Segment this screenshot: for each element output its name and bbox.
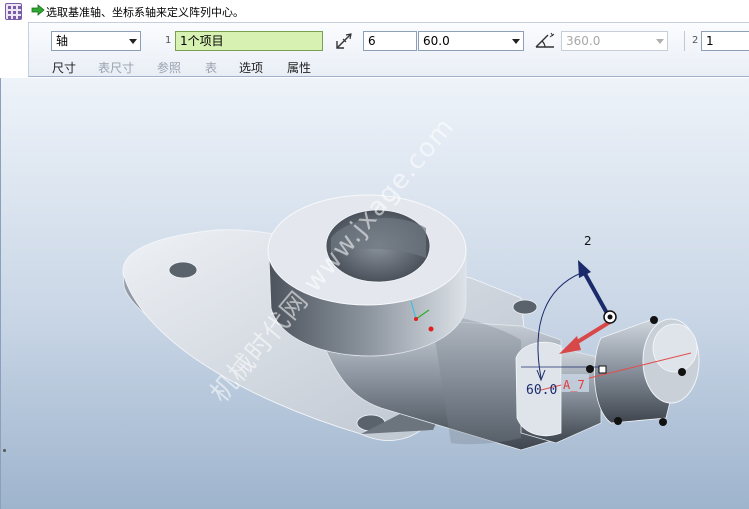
flip-direction-icon[interactable]	[334, 31, 354, 51]
message-bar: 选取基准轴、坐标系轴来定义阵列中心。	[0, 0, 749, 22]
angle-increment-select[interactable]: 60.0	[418, 31, 524, 51]
graphics-viewport[interactable]: 2 60.0 A_7 机械时代网 www.jxage.com	[0, 78, 749, 509]
angle-extent-icon[interactable]	[534, 31, 556, 51]
member-count-value: 6	[368, 34, 376, 48]
angle-dimension[interactable]: 60.0	[526, 383, 557, 398]
axis-label: A_7	[563, 378, 585, 392]
chevron-down-icon[interactable]	[125, 32, 140, 50]
pattern-type-select[interactable]: 轴	[51, 31, 141, 51]
reference-collector-value: 1个项目	[180, 34, 224, 48]
part-model	[122, 194, 700, 451]
second-direction-count-value: 1	[706, 34, 714, 48]
tab-references: 参照	[157, 61, 182, 75]
tab-table: 表	[205, 61, 218, 75]
pattern-type-value: 轴	[56, 34, 69, 48]
tab-properties[interactable]: 属性	[287, 59, 311, 76]
angle-increment-value: 60.0	[423, 34, 450, 48]
tab-dimensions[interactable]: 尺寸	[52, 59, 76, 76]
second-direction-count-input[interactable]: 1	[701, 31, 749, 51]
resize-handle[interactable]	[3, 449, 6, 452]
chevron-down-icon[interactable]	[508, 32, 523, 50]
pattern-tool-icon[interactable]	[5, 3, 22, 20]
member-count-input[interactable]: 6	[363, 31, 417, 51]
reference-collector[interactable]: 1个项目	[175, 31, 323, 51]
tab-table-dimensions: 表尺寸	[98, 61, 135, 75]
tab-options[interactable]: 选项	[239, 59, 263, 76]
angle-extent-select: 360.0	[561, 31, 668, 51]
reference-count-label: 1	[165, 35, 172, 46]
divider	[684, 31, 685, 51]
prompt-arrow-icon	[31, 4, 45, 16]
prompt-message: 选取基准轴、坐标系轴来定义阵列中心。	[46, 6, 244, 19]
direction-label: 2	[584, 234, 592, 248]
angle-extent-value: 360.0	[566, 34, 601, 48]
pattern-dashboard: 轴 1 1个项目 6 60.0 360.0 2 1	[28, 22, 749, 77]
second-direction-label: 2	[692, 35, 699, 46]
chevron-down-icon	[652, 32, 667, 50]
